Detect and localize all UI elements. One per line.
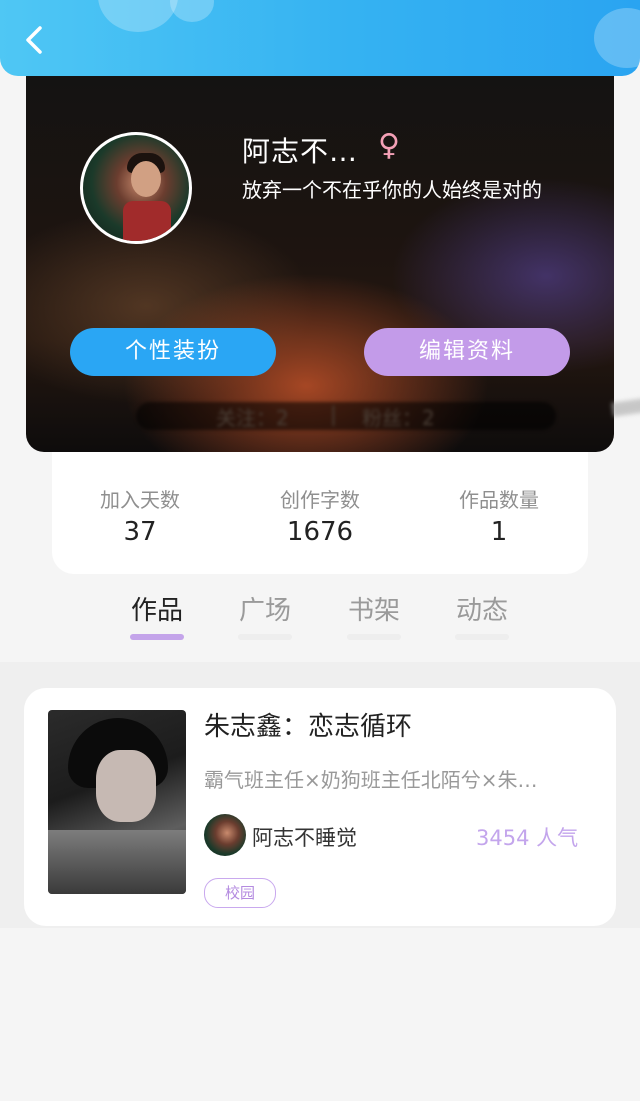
stats-card: 加入天数 37 创作字数 1676 作品数量 1 — [52, 452, 588, 574]
stat-value: 1 — [490, 517, 508, 547]
author-name[interactable]: 阿志不睡觉 — [252, 822, 357, 852]
decor-bubble — [98, 0, 178, 32]
work-card[interactable]: 朱志鑫：恋志循环 霸气班主任×奶狗班主任北陌兮×朱… 阿志不睡觉 3454 人气… — [24, 688, 616, 926]
tab-underline — [130, 634, 184, 640]
tab-works[interactable]: 作品 — [117, 590, 197, 640]
edit-profile-button[interactable]: 编辑资料 — [364, 328, 570, 376]
chevron-left-icon — [26, 26, 42, 54]
decor-bubble — [594, 8, 640, 68]
female-icon: ♀ — [378, 128, 400, 163]
tab-underline — [347, 634, 401, 640]
book-description: 霸气班主任×奶狗班主任北陌兮×朱… — [204, 768, 538, 792]
tab-label: 作品 — [130, 596, 183, 626]
profile-name: 阿志不… — [242, 135, 359, 168]
genre-tag[interactable]: 校园 — [204, 878, 276, 908]
stat-word-count: 创作字数 1676 — [240, 484, 400, 547]
popularity-count: 3454 人气 — [476, 826, 579, 850]
tab-label: 书架 — [347, 596, 400, 626]
tab-bookshelf[interactable]: 书架 — [334, 590, 414, 640]
profile-header: 阿志不… ♀ 放弃一个不在乎你的人始终是对的 个性装扮 编辑资料 关注：2 | … — [26, 76, 614, 452]
tab-activity[interactable]: 动态 — [442, 590, 522, 640]
stat-work-count: 作品数量 1 — [419, 484, 579, 547]
stat-label: 作品数量 — [459, 488, 539, 512]
stat-join-days: 加入天数 37 — [60, 484, 220, 547]
top-bar — [0, 0, 640, 76]
following-count[interactable]: 关注：2 — [216, 402, 289, 431]
divider: | — [330, 402, 337, 426]
author-avatar[interactable] — [204, 814, 246, 856]
profile-tabs: 作品 广场 书架 动态 — [0, 590, 640, 660]
book-title[interactable]: 朱志鑫：恋志循环 — [204, 706, 412, 743]
blur-streak — [611, 397, 640, 417]
profile-signature: 放弃一个不在乎你的人始终是对的 — [242, 178, 542, 202]
tab-underline — [238, 634, 292, 640]
tab-label: 广场 — [238, 596, 291, 626]
tab-underline — [455, 634, 509, 640]
decorate-button[interactable]: 个性装扮 — [70, 328, 276, 376]
stat-value: 1676 — [286, 517, 354, 547]
book-cover[interactable] — [48, 710, 186, 894]
stat-label: 创作字数 — [280, 488, 360, 512]
followers-count[interactable]: 粉丝：2 — [362, 402, 435, 431]
decor-bubble — [170, 0, 214, 22]
follow-counts: 关注：2 | 粉丝：2 — [136, 392, 556, 436]
avatar[interactable] — [80, 132, 192, 244]
stat-value: 37 — [123, 517, 157, 547]
back-button[interactable] — [20, 22, 50, 58]
tab-square[interactable]: 广场 — [225, 590, 305, 640]
stat-label: 加入天数 — [100, 488, 180, 512]
tab-label: 动态 — [455, 596, 508, 626]
